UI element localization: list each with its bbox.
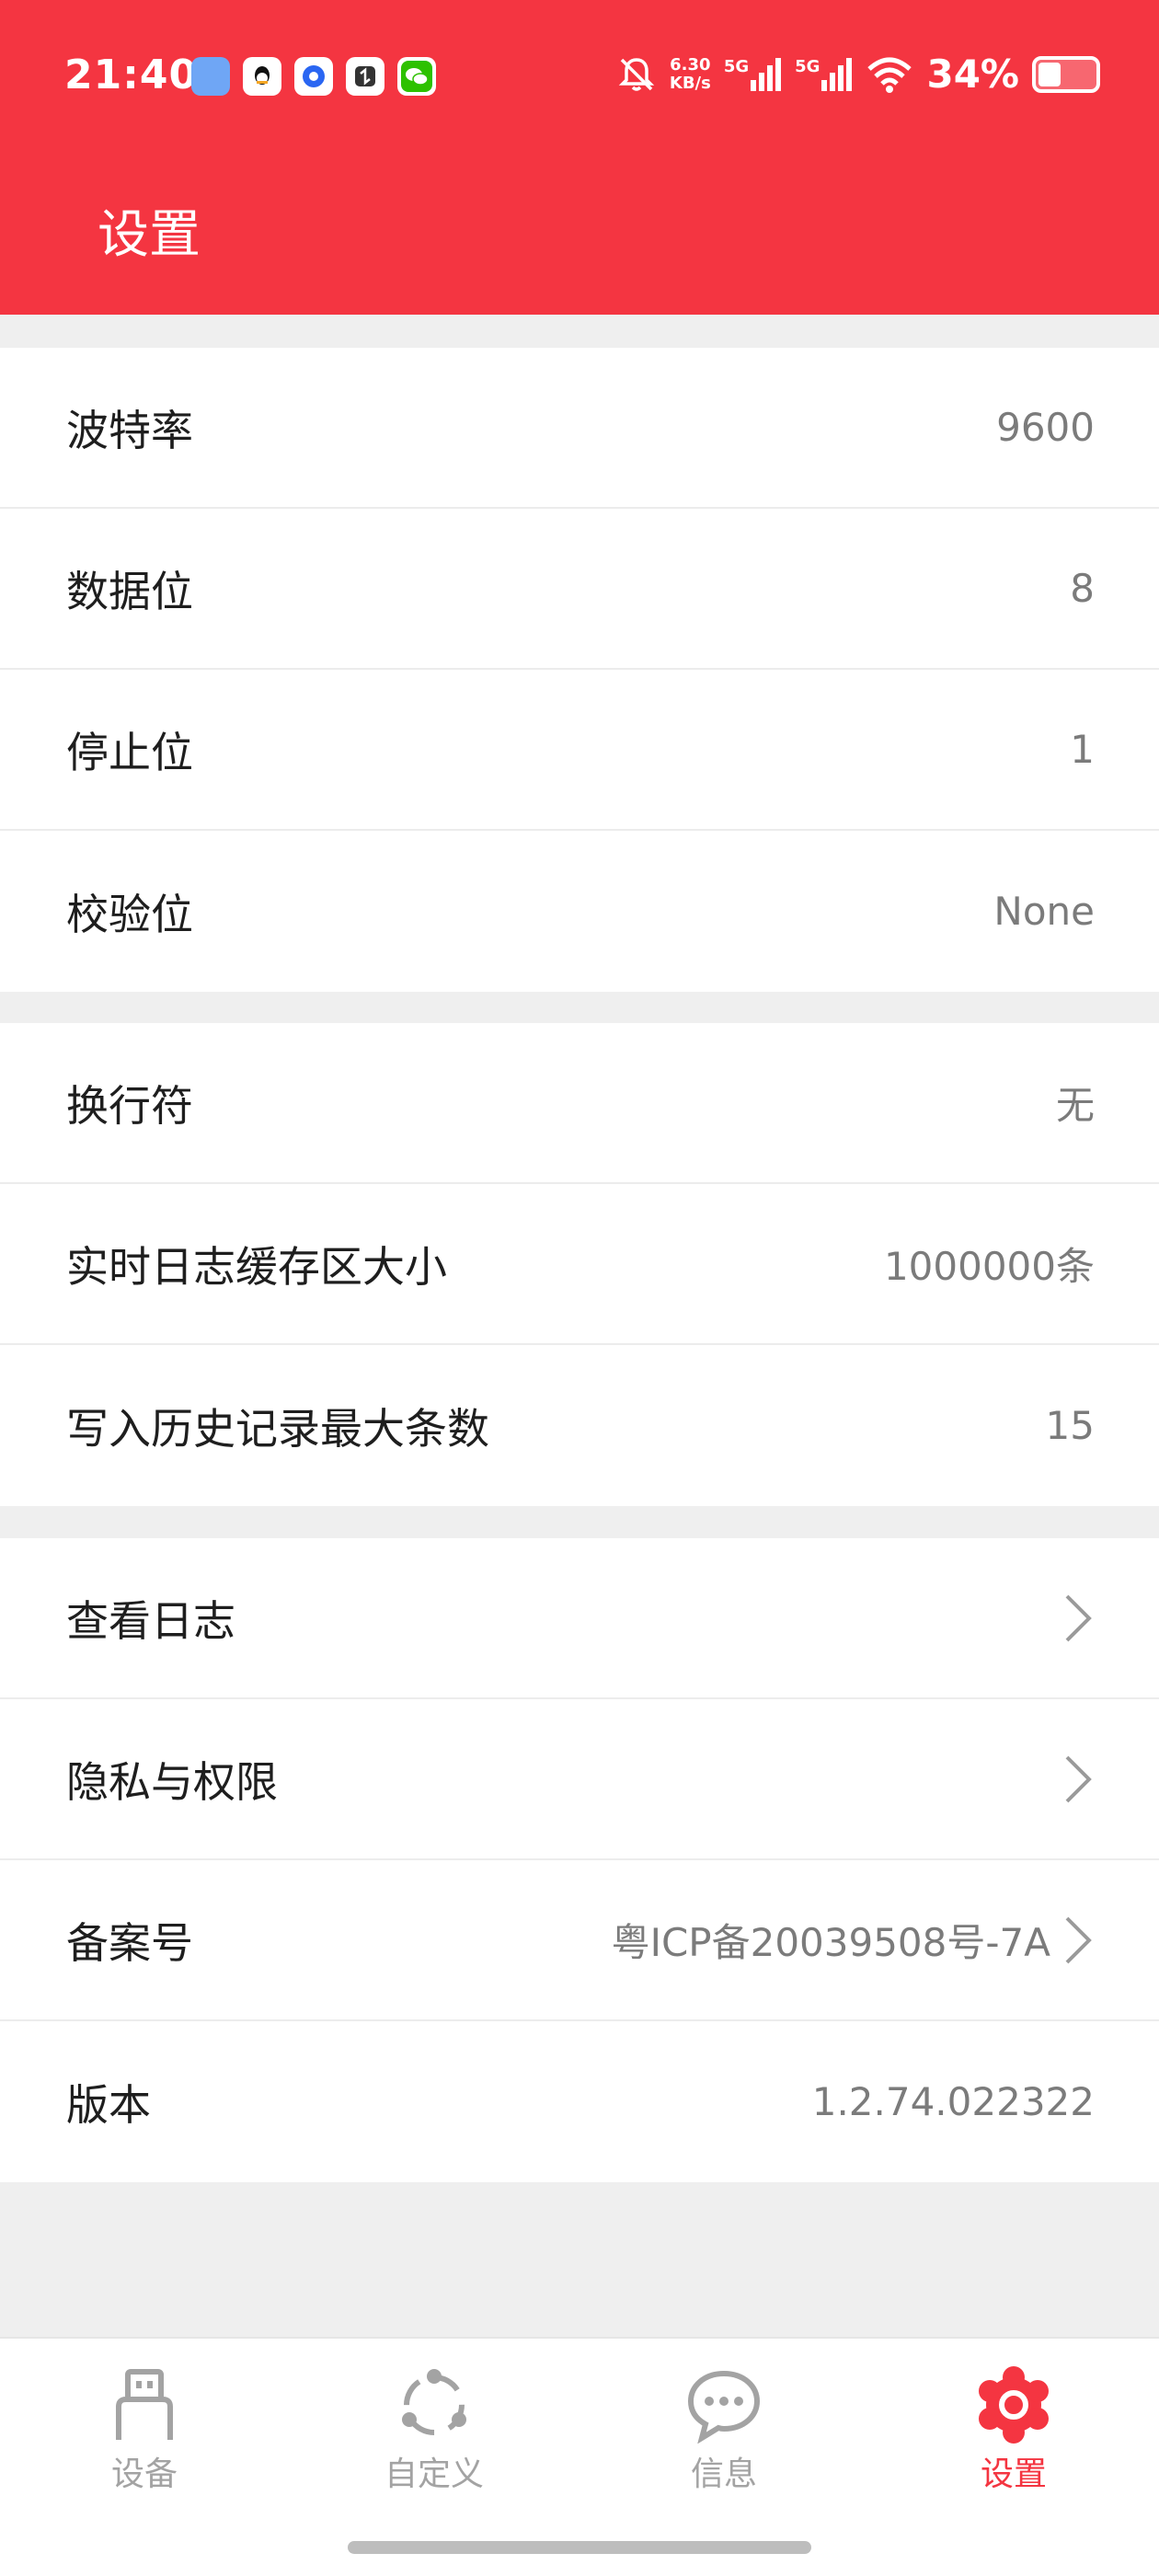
home-indicator[interactable] xyxy=(348,2541,811,2554)
chevron-right-icon xyxy=(1065,1594,1092,1641)
setting-row-view-logs[interactable]: 查看日志 xyxy=(0,1538,1159,1699)
signal-2-label: 5G xyxy=(795,56,820,76)
chat-bubble-icon xyxy=(687,2370,761,2444)
setting-value: 9600 xyxy=(996,405,1095,450)
setting-row-history-max[interactable]: 写入历史记录最大条数 15 xyxy=(0,1345,1159,1506)
mute-bell-icon xyxy=(618,57,655,91)
setting-value: 15 xyxy=(1045,1403,1095,1448)
setting-label: 停止位 xyxy=(66,727,193,777)
setting-value: 1000000条 xyxy=(883,1244,1095,1289)
setting-row-privacy[interactable]: 隐私与权限 xyxy=(0,1699,1159,1860)
bottom-tab-bar: 设备 自定义 信息 设置 xyxy=(0,2337,1159,2576)
browser-icon xyxy=(294,57,333,96)
setting-label: 实时日志缓存区大小 xyxy=(66,1241,447,1292)
network-speed-value: 6.30 xyxy=(670,54,711,75)
tab-label: 信息 xyxy=(690,2455,757,2493)
tab-label: 自定义 xyxy=(384,2455,484,2493)
setting-value: None xyxy=(993,889,1095,934)
signal-bars-icon xyxy=(751,57,782,91)
chevron-right-icon xyxy=(1065,1916,1092,1963)
setting-value: 8 xyxy=(1070,566,1095,611)
setting-value: 无 xyxy=(1055,1083,1095,1128)
setting-value: 粤ICP备20039508号-7A xyxy=(611,1920,1050,1965)
wechat-icon xyxy=(397,57,436,96)
setting-row-icp-record[interactable]: 备案号 粤ICP备20039508号-7A xyxy=(0,1860,1159,2021)
status-bar: 21:40 6.30 KB/s 5G 5G 34% xyxy=(0,0,1159,156)
setting-label: 版本 xyxy=(66,2079,151,2130)
battery-icon xyxy=(1032,55,1100,93)
signal-2: 5G xyxy=(795,56,853,91)
wifi-icon xyxy=(867,57,912,93)
signal-1: 5G xyxy=(723,56,782,91)
setting-label: 数据位 xyxy=(66,566,193,616)
page-title: 设置 xyxy=(98,205,201,265)
notification-icons xyxy=(191,57,436,96)
network-speed-unit: KB/s xyxy=(669,73,711,93)
setting-row-version: 版本 1.2.74.022322 xyxy=(0,2021,1159,2182)
setting-label: 隐私与权限 xyxy=(66,1756,278,1807)
gear-icon xyxy=(979,2366,1049,2444)
sync-app-icon xyxy=(346,57,384,96)
setting-label: 查看日志 xyxy=(66,1595,235,1646)
share-nodes-icon xyxy=(402,2369,466,2435)
setting-label: 校验位 xyxy=(66,889,193,939)
setting-label: 写入历史记录最大条数 xyxy=(66,1403,489,1454)
setting-row-line-ending[interactable]: 换行符 无 xyxy=(0,1023,1159,1184)
network-speed: 6.30 KB/s xyxy=(669,54,711,93)
setting-label: 换行符 xyxy=(66,1080,193,1131)
setting-label: 备案号 xyxy=(66,1917,193,1968)
app-header: 21:40 6.30 KB/s 5G 5G 34% 设置 xyxy=(0,0,1159,315)
signal-bars-icon xyxy=(821,57,853,91)
setting-value: 1 xyxy=(1070,727,1095,772)
tab-custom[interactable]: 自定义 xyxy=(342,2366,526,2495)
tab-device[interactable]: 设备 xyxy=(52,2366,236,2495)
tab-info[interactable]: 信息 xyxy=(632,2366,816,2495)
tab-label: 设备 xyxy=(110,2455,178,2493)
battery-percent: 34% xyxy=(926,52,1019,97)
setting-row-stop-bits[interactable]: 停止位 1 xyxy=(0,670,1159,831)
setting-row-log-buffer-size[interactable]: 实时日志缓存区大小 1000000条 xyxy=(0,1184,1159,1345)
setting-value: 1.2.74.022322 xyxy=(811,2079,1095,2124)
status-indicators: 6.30 KB/s 5G 5G 34% xyxy=(616,52,1100,97)
setting-row-data-bits[interactable]: 数据位 8 xyxy=(0,509,1159,670)
app-notification-icon xyxy=(191,57,230,96)
serial-settings-group: 波特率 9600 数据位 8 停止位 1 校验位 None xyxy=(0,348,1159,992)
setting-row-baud-rate[interactable]: 波特率 9600 xyxy=(0,348,1159,509)
signal-1-label: 5G xyxy=(723,56,750,76)
qq-icon xyxy=(243,57,281,96)
setting-row-parity[interactable]: 校验位 None xyxy=(0,831,1159,992)
tab-label: 设置 xyxy=(980,2455,1047,2493)
chevron-right-icon xyxy=(1065,1755,1092,1802)
status-time: 21:40 xyxy=(64,52,199,98)
tab-settings[interactable]: 设置 xyxy=(922,2366,1106,2495)
setting-label: 波特率 xyxy=(66,405,193,455)
log-settings-group: 换行符 无 实时日志缓存区大小 1000000条 写入历史记录最大条数 15 xyxy=(0,1023,1159,1506)
usb-device-icon xyxy=(116,2369,173,2440)
about-group: 查看日志 隐私与权限 备案号 粤ICP备20039508号-7A 版本 1.2.… xyxy=(0,1538,1159,2182)
